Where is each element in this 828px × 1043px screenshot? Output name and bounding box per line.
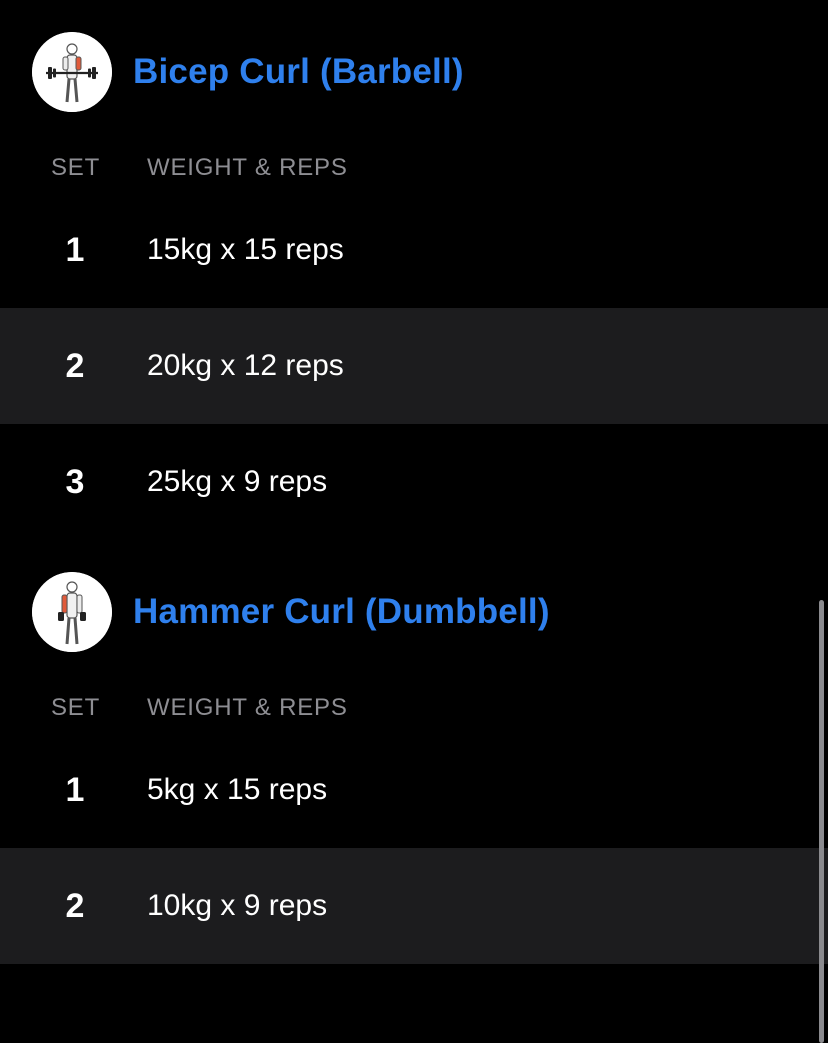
set-number: 2: [65, 346, 85, 385]
exercise-title[interactable]: Hammer Curl (Dumbbell): [133, 592, 550, 632]
set-row[interactable]: 1 5kg x 15 reps: [0, 732, 828, 848]
column-header-set: SET: [51, 694, 101, 721]
column-header-weight-reps: WEIGHT & REPS: [147, 694, 348, 721]
set-number: 2: [65, 886, 85, 925]
set-row[interactable]: 1 15kg x 15 reps: [0, 192, 828, 308]
set-number: 3: [65, 462, 85, 501]
set-row[interactable]: 2 10kg x 9 reps: [0, 848, 828, 964]
vertical-scrollbar[interactable]: [819, 600, 824, 1043]
column-header-weight-reps: WEIGHT & REPS: [147, 154, 348, 181]
workout-exercise-list: Bicep Curl (Barbell) SET WEIGHT & REPS 1…: [0, 0, 828, 964]
set-number: 1: [65, 770, 85, 809]
dumbbell-curl-figure-icon[interactable]: [32, 572, 112, 652]
set-weight-reps: 15kg x 15 reps: [147, 233, 344, 266]
set-number: 1: [65, 230, 85, 269]
set-weight-reps: 20kg x 12 reps: [147, 349, 344, 382]
set-table-header: SET WEIGHT & REPS: [0, 96, 828, 192]
barbell-curl-figure-icon[interactable]: [32, 32, 112, 112]
set-weight-reps: 10kg x 9 reps: [147, 889, 328, 922]
exercise-title[interactable]: Bicep Curl (Barbell): [133, 52, 464, 92]
set-table-header: SET WEIGHT & REPS: [0, 636, 828, 732]
set-weight-reps: 5kg x 15 reps: [147, 773, 328, 806]
column-header-set: SET: [51, 154, 101, 181]
exercise-block-hammer-curl: Hammer Curl (Dumbbell) SET WEIGHT & REPS…: [0, 540, 828, 964]
exercise-block-bicep-curl: Bicep Curl (Barbell) SET WEIGHT & REPS 1…: [0, 0, 828, 540]
set-row[interactable]: 3 25kg x 9 reps: [0, 424, 828, 540]
set-row[interactable]: 2 20kg x 12 reps: [0, 308, 828, 424]
set-weight-reps: 25kg x 9 reps: [147, 465, 328, 498]
